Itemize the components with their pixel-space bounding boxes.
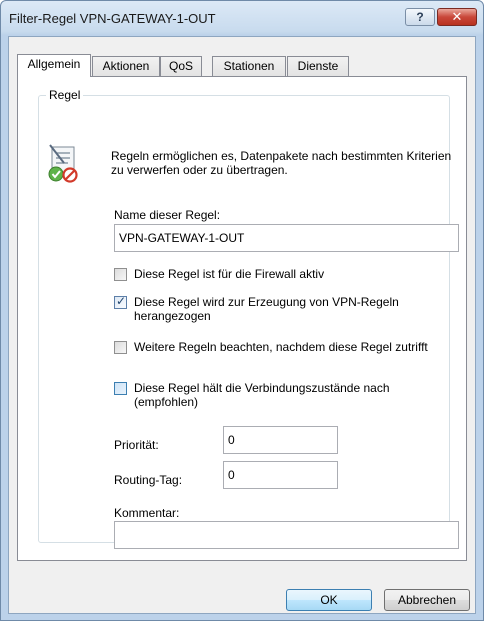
title-bar[interactable]: Filter-Regel VPN-GATEWAY-1-OUT ? ✕ — [1, 1, 483, 37]
checkbox-firewall-active[interactable] — [114, 268, 127, 281]
tab-qos[interactable]: QoS — [160, 56, 202, 76]
tab-aktionen[interactable]: Aktionen — [92, 56, 160, 76]
routing-tag-input[interactable] — [223, 461, 338, 489]
close-icon: ✕ — [451, 9, 463, 24]
checkbox-vpn-rules[interactable]: ✓ — [114, 294, 127, 309]
cancel-button[interactable]: Abbrechen — [384, 589, 470, 611]
rule-description: Regeln ermöglichen es, Datenpakete nach … — [111, 149, 452, 177]
rule-name-label: Name dieser Regel: — [114, 208, 221, 222]
tab-dienste[interactable]: Dienste — [287, 56, 349, 76]
tab-label: Allgemein — [27, 57, 81, 71]
group-legend: Regel — [46, 88, 84, 102]
window-title: Filter-Regel VPN-GATEWAY-1-OUT — [9, 11, 216, 26]
filter-rule-icon — [48, 144, 78, 183]
checkbox-label: Diese Regel wird zur Erzeugung von VPN-R… — [134, 295, 399, 323]
help-button[interactable]: ? — [405, 8, 435, 26]
tab-panel-allgemein: Regel Regeln ermöglichen es, Datenpakete… — [17, 76, 467, 561]
dialog-client-area: Allgemein Aktionen QoS Stationen Dienste… — [8, 36, 476, 614]
checkmark-icon: ✓ — [116, 294, 127, 308]
tab-stationen[interactable]: Stationen — [212, 56, 286, 76]
dialog-window: Filter-Regel VPN-GATEWAY-1-OUT ? ✕ Allge… — [0, 0, 484, 621]
ok-button[interactable]: OK — [286, 589, 372, 611]
help-icon: ? — [416, 10, 424, 24]
priority-label: Priorität: — [114, 438, 159, 452]
tab-allgemein[interactable]: Allgemein — [17, 54, 91, 77]
tab-label: Dienste — [297, 59, 339, 73]
checkbox-label: Weitere Regeln beachten, nachdem diese R… — [134, 340, 428, 354]
checkbox-label: Diese Regel ist für die Firewall aktiv — [134, 267, 325, 281]
rule-name-input[interactable] — [114, 224, 459, 252]
close-button[interactable]: ✕ — [437, 8, 477, 26]
checkbox-connection-states[interactable] — [114, 382, 127, 395]
routing-tag-label: Routing-Tag: — [114, 473, 183, 487]
comment-label: Kommentar: — [114, 506, 180, 520]
priority-input[interactable] — [223, 426, 338, 454]
tab-label: QoS — [168, 59, 193, 73]
comment-input[interactable] — [114, 521, 459, 549]
checkbox-label: Diese Regel hält die Verbindungszustände… — [134, 381, 390, 409]
checkbox-further-rules[interactable] — [114, 341, 127, 354]
tab-label: Aktionen — [102, 59, 150, 73]
tab-label: Stationen — [223, 59, 275, 73]
